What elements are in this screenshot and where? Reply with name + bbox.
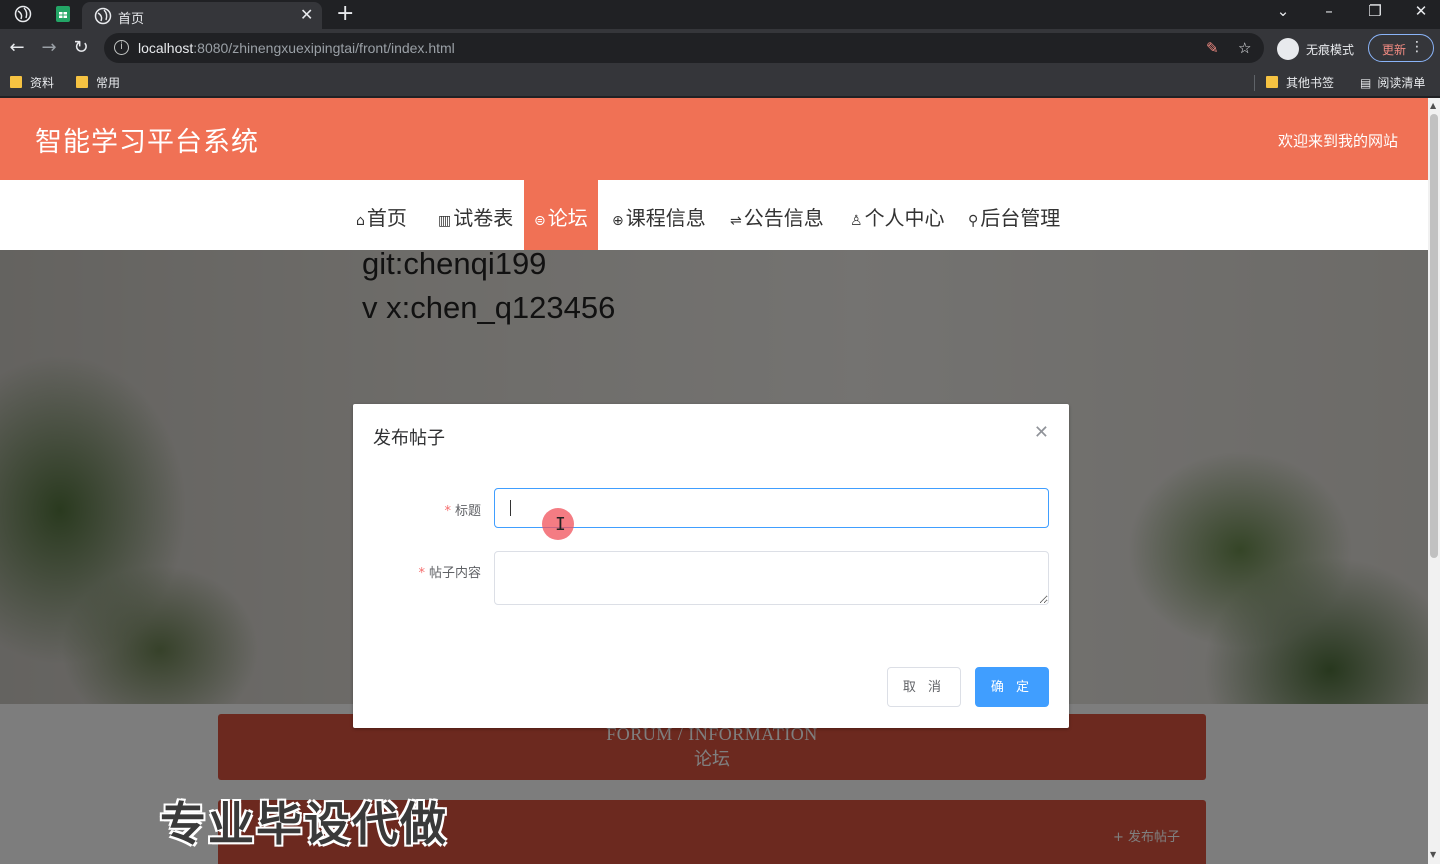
chat-icon: ⊜	[534, 213, 546, 229]
globe-icon[interactable]	[14, 5, 32, 23]
translate-icon[interactable]: ✎	[1206, 39, 1219, 57]
sheets-icon[interactable]	[54, 5, 72, 23]
menu-item-course[interactable]: ⊕ 课程信息	[602, 180, 716, 250]
incognito-icon[interactable]	[1277, 38, 1299, 60]
site-header: 智能学习平台系统 欢迎来到我的网站	[0, 98, 1428, 180]
close-icon[interactable]: ✕	[300, 5, 313, 24]
publish-post-dialog: 发布帖子 ✕ * 标题 * 帖子内容 取 消 确 定	[353, 404, 1069, 728]
close-icon[interactable]: ✕	[1034, 422, 1049, 443]
globe-icon: ⊕	[612, 213, 624, 229]
update-label: 更新	[1382, 43, 1407, 57]
content-textarea[interactable]	[494, 551, 1049, 605]
forward-icon[interactable]: →	[38, 37, 60, 59]
tab-search-icon[interactable]: ⌄	[1268, 2, 1298, 20]
menu-dots-icon: ⋮	[1410, 39, 1424, 55]
star-icon[interactable]: ☆	[1238, 39, 1251, 57]
globe-icon	[94, 7, 112, 25]
incognito-label: 无痕模式	[1306, 43, 1355, 57]
sliders-icon: ⇌	[730, 213, 742, 229]
title-input[interactable]	[494, 488, 1049, 528]
tab-title: 首页	[118, 12, 145, 27]
menu-item-exam[interactable]: ▥ 试卷表	[428, 180, 523, 250]
welcome-text: 欢迎来到我的网站	[1277, 132, 1398, 150]
content-label: * 帖子内容	[418, 566, 481, 581]
link-icon: ⚲	[968, 213, 979, 229]
update-button[interactable]: 更新 ⋮	[1368, 34, 1434, 62]
folder-icon	[76, 76, 88, 88]
required-mark: *	[444, 504, 451, 519]
new-tab-button[interactable]: +	[336, 1, 354, 26]
tab-home[interactable]: 首页 ✕	[82, 2, 322, 29]
title-label: * 标题	[444, 504, 481, 519]
folder-icon	[10, 76, 22, 88]
table-icon: ▥	[438, 213, 452, 229]
window-close-button[interactable]: ✕	[1406, 2, 1436, 20]
confirm-button[interactable]: 确 定	[975, 667, 1049, 707]
menu-item-forum[interactable]: ⊜ 论坛	[524, 180, 598, 250]
bookmark-folder-ziliao[interactable]: 资料	[10, 74, 54, 91]
site-title: 智能学习平台系统	[35, 127, 259, 158]
scroll-up-icon[interactable]: ▲	[1430, 101, 1436, 110]
address-bar[interactable]: i localhost:8080/zhinengxuexipingtai/fro…	[104, 33, 1264, 63]
bookmark-other[interactable]: 其他书签	[1266, 74, 1334, 91]
scroll-down-icon[interactable]: ▼	[1430, 850, 1436, 859]
url-text[interactable]: localhost:8080/zhinengxuexipingtai/front…	[138, 40, 455, 56]
menu-item-admin[interactable]: ⚲ 后台管理	[958, 180, 1070, 250]
menu-item-notice[interactable]: ⇌ 公告信息	[720, 180, 834, 250]
watermark-text: 专业毕设代做	[160, 797, 448, 851]
cancel-button[interactable]: 取 消	[887, 667, 961, 707]
browser-tabbar: 首页 ✕ + ⌄ – ❐ ✕	[0, 0, 1440, 29]
scrollbar-thumb[interactable]	[1430, 114, 1438, 558]
divider	[1254, 75, 1255, 91]
reload-icon[interactable]: ↻	[70, 37, 92, 59]
folder-icon	[1266, 76, 1278, 88]
main-menu: ⌂ 首页 ▥ 试卷表 ⊜ 论坛 ⊕ 课程信息 ⇌ 公告信息 ♙ 个人中心 ⚲ 后台管理	[0, 180, 1428, 250]
page-viewport: 智能学习平台系统 欢迎来到我的网站 ⌂ 首页 ▥ 试卷表 ⊜ 论坛 ⊕ 课程信息 ⇌ 公告…	[0, 98, 1428, 864]
minimize-button[interactable]: –	[1314, 2, 1344, 20]
dialog-title: 发布帖子	[373, 428, 445, 449]
info-icon[interactable]: i	[114, 40, 129, 55]
user-icon: ♙	[850, 213, 863, 229]
browser-toolbar: ← → ↻ i localhost:8080/zhinengxuexipingt…	[0, 29, 1440, 67]
home-icon: ⌂	[356, 213, 365, 229]
bookmarks-bar: 资料 常用 其他书签 ▤ 阅读清单	[0, 67, 1440, 97]
text-caret	[510, 500, 511, 516]
back-icon[interactable]: ←	[6, 37, 28, 59]
menu-item-home[interactable]: ⌂ 首页	[346, 180, 417, 250]
restore-button[interactable]: ❐	[1360, 2, 1390, 20]
bookmark-folder-changyong[interactable]: 常用	[76, 74, 120, 91]
reading-list-icon: ▤	[1360, 76, 1372, 90]
reading-list[interactable]: ▤ 阅读清单	[1360, 74, 1425, 91]
required-mark: *	[418, 566, 425, 581]
text-cursor-icon: I	[555, 514, 566, 535]
page-scrollbar[interactable]: ▲ ▼	[1428, 98, 1440, 864]
menu-item-profile[interactable]: ♙ 个人中心	[840, 180, 955, 250]
